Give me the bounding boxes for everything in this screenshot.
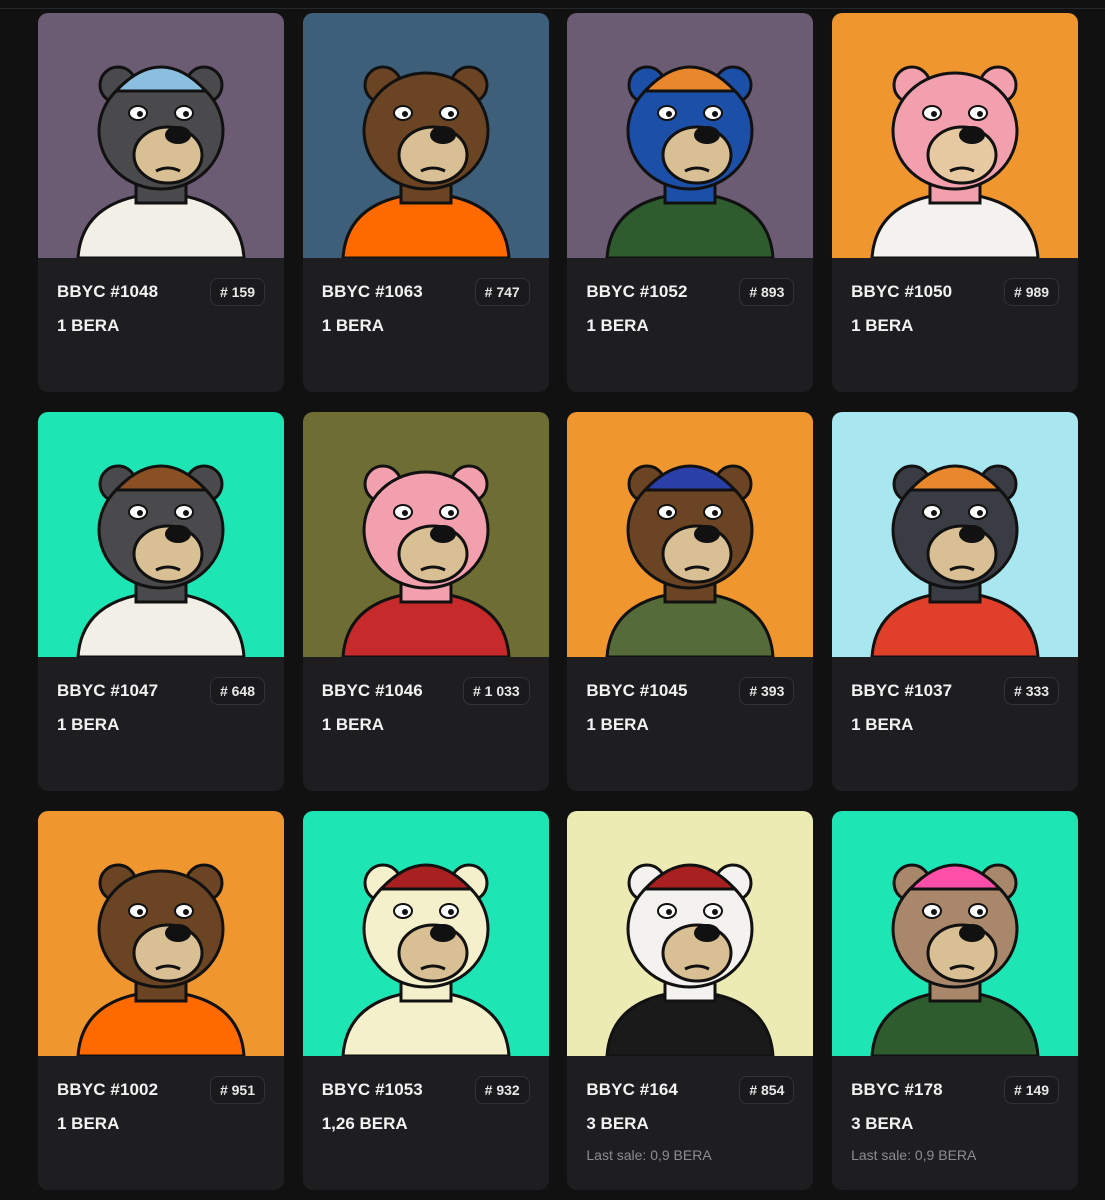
title-row: BBYC #1048 # 159	[57, 278, 265, 306]
card-info: BBYC #1048 # 159 1 BERA	[38, 278, 284, 336]
price: 1,26 BERA	[321, 1114, 408, 1133]
card-info: BBYC #1050 # 989 1 BERA	[832, 278, 1078, 336]
token-name: BBYC #1045	[586, 681, 688, 700]
price: 1 BERA	[851, 316, 914, 335]
rarity-rank-badge: # 854	[739, 1076, 795, 1104]
nft-card[interactable]: BBYC #1045 # 393 1 BERA	[567, 412, 814, 791]
nft-card[interactable]: BBYC #1063 # 747 1 BERA	[302, 13, 549, 392]
card-info: BBYC #164 # 854 3 BERA Last sale: 0,9 BE…	[567, 1076, 813, 1163]
bear-pink-flannel-image[interactable]	[302, 412, 549, 657]
title-row: BBYC #1053 # 932	[322, 1076, 530, 1104]
bear-aviator-image[interactable]	[38, 412, 284, 657]
bear-sailor-image[interactable]	[38, 13, 284, 258]
rarity-rank-badge: # 951	[209, 1076, 265, 1104]
title-row: BBYC #1045 # 393	[586, 677, 795, 705]
bear-pink-hair-image[interactable]	[832, 811, 1079, 1056]
token-name: BBYC #164	[586, 1080, 678, 1099]
token-name: BBYC #178	[851, 1080, 943, 1099]
bear-skeleton-fez-image[interactable]	[567, 811, 814, 1056]
bear-blue-beanie-image[interactable]	[567, 13, 814, 258]
title-row: BBYC #1037 # 333	[851, 677, 1060, 705]
nft-card[interactable]: BBYC #1050 # 989 1 BERA	[832, 13, 1079, 392]
nft-card[interactable]: BBYC #1048 # 159 1 BERA	[38, 13, 284, 392]
nft-grid: BBYC #1048 # 159 1 BERA BBYC #1063 # 747…	[38, 13, 1079, 1190]
nft-card[interactable]: BBYC #164 # 854 3 BERA Last sale: 0,9 BE…	[567, 811, 814, 1190]
last-sale: Last sale: 0,9 BERA	[851, 1147, 977, 1163]
header-divider	[0, 8, 1105, 9]
card-info: BBYC #1002 # 951 1 BERA	[38, 1076, 284, 1134]
rarity-rank-badge: # 989	[1004, 278, 1060, 306]
price: 1 BERA	[321, 715, 385, 734]
title-row: BBYC #1050 # 989	[851, 278, 1060, 306]
rarity-rank-badge: # 648	[209, 677, 265, 705]
card-info: BBYC #1037 # 333 1 BERA	[832, 677, 1078, 735]
price: 3 BERA	[851, 1114, 914, 1133]
rarity-rank-badge: # 932	[474, 1076, 530, 1104]
last-sale: Last sale: 0,9 BERA	[586, 1147, 712, 1163]
bear-goggles-prison-image[interactable]	[38, 811, 284, 1056]
nft-card[interactable]: BBYC #1037 # 333 1 BERA	[832, 412, 1079, 791]
bear-laser-eyes-image[interactable]	[302, 13, 549, 258]
card-info: BBYC #178 # 149 3 BERA Last sale: 0,9 BE…	[832, 1076, 1078, 1163]
token-name: BBYC #1048	[57, 282, 159, 301]
bear-army-helmet-image[interactable]	[567, 412, 814, 657]
card-info: BBYC #1047 # 648 1 BERA	[38, 677, 284, 735]
token-name: BBYC #1050	[851, 282, 953, 301]
title-row: BBYC #178 # 149	[851, 1076, 1060, 1104]
rarity-rank-badge: # 333	[1004, 677, 1060, 705]
rarity-rank-badge: # 1 033	[462, 677, 530, 705]
card-info: BBYC #1052 # 893 1 BERA	[567, 278, 813, 336]
price: 1 BERA	[851, 715, 914, 734]
price: 1 BERA	[57, 715, 120, 734]
card-info: BBYC #1045 # 393 1 BERA	[567, 677, 813, 735]
token-name: BBYC #1037	[851, 681, 953, 700]
title-row: BBYC #1047 # 648	[57, 677, 265, 705]
nft-card[interactable]: BBYC #1046 # 1 033 1 BERA	[302, 412, 549, 791]
token-name: BBYC #1002	[57, 1080, 159, 1099]
price: 1 BERA	[586, 715, 649, 734]
title-row: BBYC #1002 # 951	[57, 1076, 265, 1104]
title-row: BBYC #1046 # 1 033	[322, 677, 530, 705]
rarity-rank-badge: # 747	[474, 278, 530, 306]
nft-card[interactable]: BBYC #1053 # 932 1,26 BERA	[302, 811, 549, 1190]
token-name: BBYC #1053	[321, 1080, 423, 1099]
nft-card[interactable]: BBYC #178 # 149 3 BERA Last sale: 0,9 BE…	[832, 811, 1079, 1190]
token-name: BBYC #1052	[586, 282, 688, 301]
price: 3 BERA	[586, 1114, 649, 1133]
rarity-rank-badge: # 159	[209, 278, 265, 306]
rarity-rank-badge: # 393	[739, 677, 795, 705]
card-info: BBYC #1046 # 1 033 1 BERA	[303, 677, 549, 735]
rarity-rank-badge: # 149	[1004, 1076, 1060, 1104]
card-info: BBYC #1053 # 932 1,26 BERA	[303, 1076, 549, 1134]
token-name: BBYC #1047	[57, 681, 159, 700]
rarity-rank-badge: # 893	[739, 278, 795, 306]
title-row: BBYC #1063 # 747	[322, 278, 530, 306]
nft-card[interactable]: BBYC #1052 # 893 1 BERA	[567, 13, 814, 392]
title-row: BBYC #164 # 854	[586, 1076, 795, 1104]
nft-card[interactable]: BBYC #1002 # 951 1 BERA	[38, 811, 284, 1190]
price: 1 BERA	[57, 1114, 120, 1133]
token-name: BBYC #1046	[321, 681, 423, 700]
price: 1 BERA	[57, 316, 120, 335]
card-info: BBYC #1063 # 747 1 BERA	[303, 278, 549, 336]
bear-polar-fez-image[interactable]	[302, 811, 549, 1056]
price: 1 BERA	[321, 316, 385, 335]
bear-robot-hawaiian-image[interactable]	[832, 412, 1079, 657]
price: 1 BERA	[586, 316, 649, 335]
bear-pink-star-image[interactable]	[832, 13, 1079, 258]
nft-card[interactable]: BBYC #1047 # 648 1 BERA	[38, 412, 284, 791]
token-name: BBYC #1063	[321, 282, 423, 301]
title-row: BBYC #1052 # 893	[586, 278, 795, 306]
